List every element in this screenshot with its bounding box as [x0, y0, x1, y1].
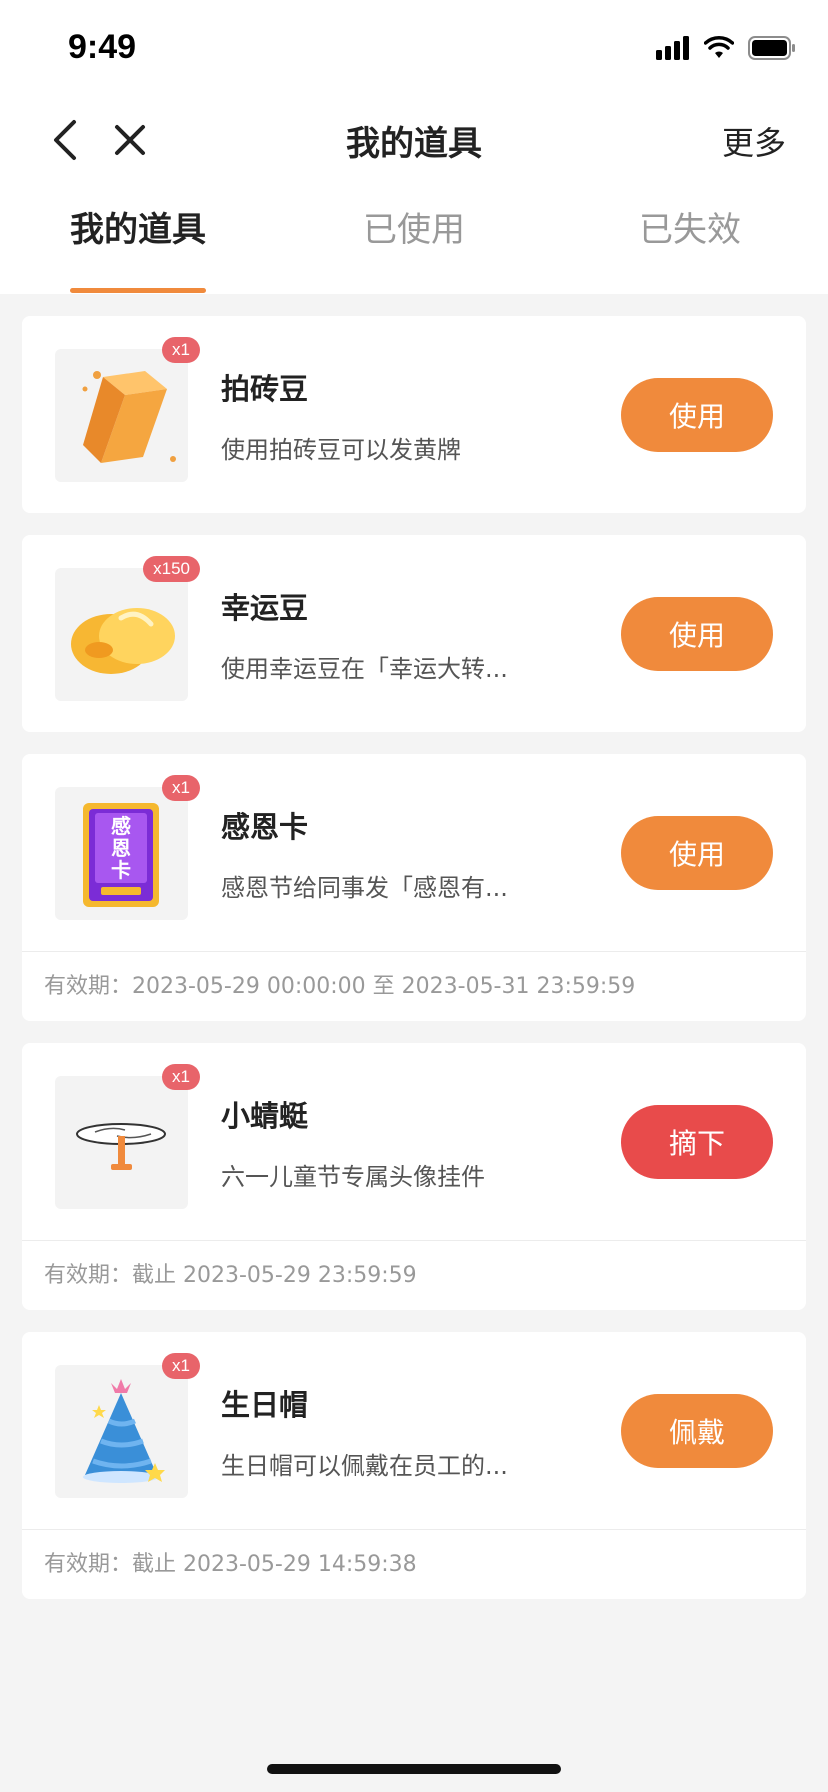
- prop-thumbnail: x1: [55, 1353, 200, 1498]
- tab-used[interactable]: 已使用: [363, 202, 465, 251]
- tab-active-indicator: [70, 288, 206, 293]
- svg-text:卡: 卡: [111, 858, 131, 882]
- brick-icon: [82, 371, 176, 463]
- prop-description: 使用幸运豆在「幸运大转...: [221, 655, 508, 683]
- header: 9:49 我的道具 更多 我的道具 已使用 已失效: [0, 0, 828, 294]
- home-indicator: [267, 1764, 561, 1774]
- more-button[interactable]: 更多: [722, 118, 786, 164]
- status-icons: [656, 36, 796, 60]
- svg-text:恩: 恩: [111, 836, 131, 860]
- prop-description: 感恩节给同事发「感恩有...: [221, 874, 508, 902]
- prop-description: 使用拍砖豆可以发黄牌: [221, 436, 461, 464]
- status-bar: 9:49: [0, 0, 828, 100]
- prop-card: x1 生日帽 生日帽可以佩戴在员工的... 佩戴 有效期：截止 2023-05-…: [22, 1332, 806, 1599]
- page-title: 我的道具: [346, 124, 482, 164]
- svg-text:感: 感: [111, 814, 131, 838]
- validity-period: 有效期：2023-05-29 00:00:00 至 2023-05-31 23:…: [22, 951, 806, 1021]
- nav-bar: 我的道具 更多: [0, 100, 828, 180]
- validity-period: 有效期：截止 2023-05-29 14:59:38: [22, 1529, 806, 1599]
- prop-name: 小蜻蜓: [221, 1099, 309, 1133]
- use-button[interactable]: 使用: [621, 378, 773, 452]
- status-time: 9:49: [68, 28, 137, 66]
- wear-button[interactable]: 佩戴: [621, 1394, 773, 1468]
- prop-card: x150 幸运豆 使用幸运豆在「幸运大转... 使用: [22, 535, 806, 732]
- prop-thumbnail: x1: [55, 1064, 200, 1209]
- signal-icon: [656, 36, 689, 60]
- prop-name: 拍砖豆: [221, 372, 309, 406]
- prop-description: 六一儿童节专属头像挂件: [221, 1163, 485, 1191]
- prop-thumbnail: 感 恩 卡 x1: [55, 775, 200, 920]
- quantity-badge: x150: [143, 556, 200, 582]
- wifi-icon: [704, 36, 734, 58]
- prop-name: 幸运豆: [221, 591, 309, 625]
- tab-expired[interactable]: 已失效: [639, 202, 741, 251]
- prop-list: x1 拍砖豆 使用拍砖豆可以发黄牌 使用 x150 幸运豆 使用幸运豆在「幸运大…: [0, 294, 828, 1599]
- quantity-badge: x1: [162, 775, 200, 801]
- prop-thumbnail: x150: [55, 556, 200, 701]
- validity-period: 有效期：截止 2023-05-29 23:59:59: [22, 1240, 806, 1310]
- battery-icon: [748, 36, 795, 60]
- prop-card: 感 恩 卡 x1 感恩卡 感恩节给同事发「感恩有... 使用 有效期：2023-…: [22, 754, 806, 1021]
- use-button[interactable]: 使用: [621, 597, 773, 671]
- prop-card: x1 小蜻蜓 六一儿童节专属头像挂件 摘下 有效期：截止 2023-05-29 …: [22, 1043, 806, 1310]
- tab-my-props[interactable]: 我的道具: [70, 202, 206, 251]
- lucky-bean-icon: [71, 608, 175, 674]
- prop-description: 生日帽可以佩戴在员工的...: [221, 1452, 508, 1480]
- quantity-badge: x1: [162, 1353, 200, 1379]
- use-button[interactable]: 使用: [621, 816, 773, 890]
- bamboo-dragonfly-icon: [76, 1123, 166, 1170]
- prop-name: 生日帽: [221, 1388, 309, 1422]
- prop-name: 感恩卡: [221, 810, 309, 844]
- quantity-badge: x1: [162, 1064, 200, 1090]
- remove-button[interactable]: 摘下: [621, 1105, 773, 1179]
- thanks-card-icon: 感 恩 卡: [83, 803, 159, 907]
- prop-thumbnail: x1: [55, 337, 200, 482]
- birthday-hat-icon: [83, 1379, 165, 1483]
- quantity-badge: x1: [162, 337, 200, 363]
- prop-card: x1 拍砖豆 使用拍砖豆可以发黄牌 使用: [22, 316, 806, 513]
- tab-bar: 我的道具 已使用 已失效: [0, 180, 828, 294]
